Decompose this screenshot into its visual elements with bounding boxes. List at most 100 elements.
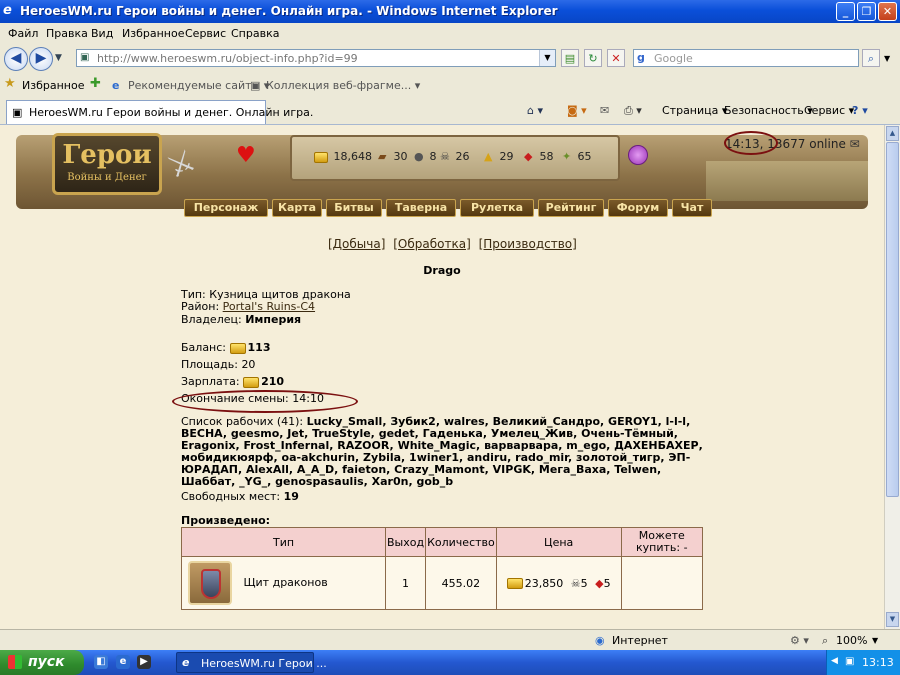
mail-icon[interactable]: ✉ <box>600 104 609 117</box>
resource-gold: 18,648 <box>314 150 372 163</box>
owner-row: Владелец: Империя <box>181 313 302 326</box>
add-favorite-icon[interactable]: ✚ <box>90 76 101 91</box>
menu-edit[interactable]: Правка <box>46 27 88 40</box>
help-icon[interactable]: ? ▾ <box>852 104 868 117</box>
ie-quicklaunch-icon[interactable]: e <box>116 655 130 669</box>
link-processing[interactable]: [Обработка] <box>393 237 471 251</box>
workers-list: Список рабочих (41): Lucky_Small, Зубик2… <box>181 415 703 488</box>
free-places-row: Свободных мест: 19 <box>181 490 299 503</box>
stop-button[interactable]: ✕ <box>607 49 625 67</box>
logo-subtitle: Войны и Денег <box>67 172 147 183</box>
city-skyline-image <box>706 161 868 201</box>
district-link[interactable]: Portal's Ruins-C4 <box>223 300 315 313</box>
game-logo[interactable]: Герои Войны и Денег <box>52 133 162 195</box>
favorites-button[interactable]: Избранное <box>22 79 84 92</box>
zoom-icon: ⌕ <box>822 634 829 647</box>
gold-icon <box>229 342 246 354</box>
menu-file[interactable]: Файл <box>8 27 38 40</box>
mana-potion-icon <box>628 145 648 165</box>
ie-task-icon: e <box>182 656 190 669</box>
zoom-level[interactable]: 100% <box>836 634 867 647</box>
dragon-shield-icon[interactable] <box>188 561 232 605</box>
tools-menu[interactable]: Сервис ▾ <box>804 104 854 117</box>
home-icon[interactable]: ⌂ ▾ <box>527 104 543 117</box>
history-dropdown-icon[interactable]: ▼ <box>55 53 62 63</box>
tab-title: HeroesWM.ru Герои войны и денег. Онлайн … <box>29 106 314 119</box>
show-desktop-icon[interactable]: ◧ <box>94 655 108 669</box>
nav-forum[interactable]: Форум <box>608 199 668 217</box>
web-slice-gallery-link[interactable]: Коллекция веб-фрагме... ▾ <box>266 79 420 92</box>
tray-expand-icon[interactable]: ◀ <box>831 656 838 666</box>
area-row: Площадь: 20 <box>181 358 256 371</box>
ie-icon: e <box>3 3 12 18</box>
page-favicon: ▣ <box>80 52 90 63</box>
output-cell: 1 <box>384 556 427 610</box>
address-bar[interactable]: ▣ http://www.heroeswm.ru/object-info.php… <box>76 49 556 67</box>
scroll-thumb[interactable] <box>886 142 899 497</box>
close-button[interactable]: ✕ <box>878 2 897 21</box>
nav-character[interactable]: Персонаж <box>184 199 268 217</box>
window-title: HeroesWM.ru Герои войны и денег. Онлайн … <box>20 4 558 18</box>
menu-help[interactable]: Справка <box>231 27 279 40</box>
nav-tavern[interactable]: Таверна <box>386 199 456 217</box>
online-count: 13677 online <box>767 137 846 151</box>
game-header: Герои Войны и Денег ⚔ ♥ 18,648 ▰ 30 ● 8 … <box>16 131 868 217</box>
maximize-button[interactable]: ❐ <box>857 2 876 21</box>
zoom-dropdown-icon[interactable]: ▼ <box>872 636 878 645</box>
favorites-star-icon: ★ <box>4 76 16 91</box>
feeds-icon[interactable]: ◙ ▾ <box>567 104 587 117</box>
object-name: Drago <box>423 264 461 277</box>
resource-sulfur: ▲ 29 <box>484 150 514 163</box>
web-slice-icon: ▣ <box>250 79 261 92</box>
back-button[interactable]: ◀ <box>4 47 28 71</box>
media-player-icon[interactable]: ▶ <box>137 655 151 669</box>
suggested-sites-link[interactable]: Рекомендуемые сайты ▾ <box>128 79 269 92</box>
resource-bar: 18,648 ▰ 30 ● 8 ☠ 26 ▲ 29 ◆ 58 ✦ 65 <box>290 135 620 181</box>
search-options-icon[interactable]: ▼ <box>884 54 890 63</box>
page-menu[interactable]: Страница ▾ <box>662 104 727 117</box>
address-dropdown-icon[interactable]: ▼ <box>539 50 555 66</box>
taskbar-ie-window[interactable]: e HeroesWM.ru Герои ... <box>176 652 327 673</box>
menu-view[interactable]: Вид <box>91 27 113 40</box>
print-icon[interactable]: ⎙ ▾ <box>624 104 642 118</box>
browser-tab[interactable]: ▣ HeroesWM.ru Герои войны и денег. Онлай… <box>6 100 313 124</box>
production-table: Тип Выход Количество Цена Можете купить:… <box>181 527 704 610</box>
object-type-links: [Добыча] [Обработка] [Производство] <box>328 237 581 251</box>
page-viewport: Герои Войны и Денег ⚔ ♥ 18,648 ▰ 30 ● 8 … <box>0 125 884 629</box>
scroll-down-button[interactable]: ▼ <box>886 612 899 627</box>
forward-button[interactable]: ▶ <box>29 47 53 71</box>
price-gold: 23,850 <box>524 576 564 590</box>
protected-mode-icon[interactable]: ⚙ ▾ <box>790 634 809 647</box>
menu-bar: Файл Правка Вид Избранное Сервис Справка <box>0 23 900 44</box>
nav-roulette[interactable]: Рулетка <box>460 199 534 217</box>
messages-icon: ✉ <box>849 137 860 151</box>
nav-rating[interactable]: Рейтинг <box>538 199 604 217</box>
menu-favorites[interactable]: Избранное <box>122 27 184 40</box>
search-placeholder: Google <box>654 52 693 65</box>
vertical-scrollbar[interactable]: ▲ ▼ <box>884 125 900 629</box>
scroll-up-button[interactable]: ▲ <box>886 126 899 141</box>
search-button[interactable]: ⌕ <box>862 49 880 67</box>
link-production[interactable]: [Производство] <box>479 237 577 251</box>
can-buy-cell <box>620 556 704 610</box>
safety-menu[interactable]: Безопасность ▾ <box>724 104 813 117</box>
ore-icon: ● <box>414 150 424 163</box>
refresh-button[interactable]: ↻ <box>584 49 602 67</box>
network-icon[interactable]: ▣ <box>845 656 854 667</box>
google-icon: g <box>637 51 645 64</box>
nav-battles[interactable]: Битвы <box>326 199 382 217</box>
resource-gems: ✦ 65 <box>562 150 592 163</box>
search-input[interactable]: g Google <box>633 49 859 67</box>
table-row: Щит драконов 1 455.02 23,850 ☠5 ◆5 <box>181 556 704 610</box>
minimize-button[interactable]: _ <box>836 2 855 21</box>
nav-chat[interactable]: Чат <box>672 199 712 217</box>
col-quantity: Количество <box>425 527 497 557</box>
window-title-bar[interactable]: e HeroesWM.ru Герои войны и денег. Онлай… <box>0 0 900 23</box>
tab-row: ▣ HeroesWM.ru Герои войны и денег. Онлай… <box>0 97 900 125</box>
link-mining[interactable]: [Добыча] <box>328 237 385 251</box>
start-button[interactable]: пуск <box>0 650 84 675</box>
menu-tools[interactable]: Сервис <box>185 27 226 40</box>
compatibility-icon[interactable]: ▤ <box>561 49 579 67</box>
taskbar-item-title: HeroesWM.ru Герои ... <box>201 657 327 670</box>
nav-map[interactable]: Карта <box>272 199 322 217</box>
